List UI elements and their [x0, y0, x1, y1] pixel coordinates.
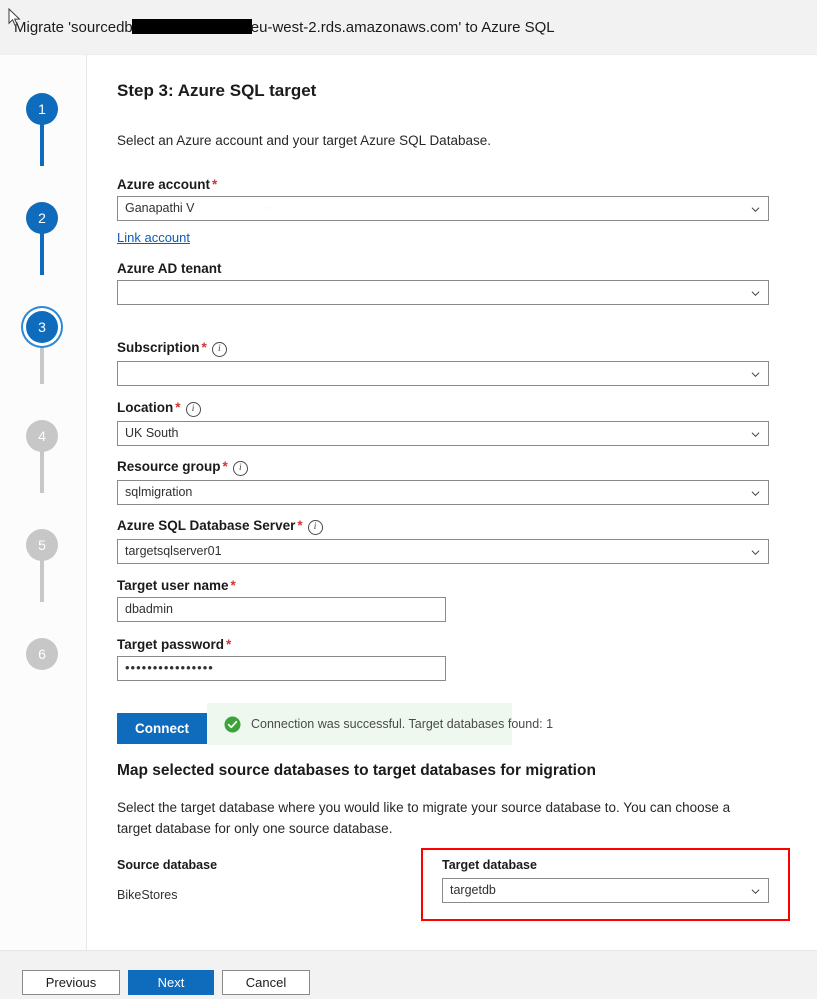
window-title: Migrate 'sourcedb eu-west-2.rds.amazonaws… [14, 19, 555, 36]
field-target-password: Target password * •••••••••••••••• [117, 637, 446, 681]
azure-account-label: Azure account * [117, 177, 769, 192]
chevron-down-icon [751, 291, 760, 297]
required-asterisk: * [212, 177, 218, 192]
wizard-step-2[interactable]: 2 [26, 202, 58, 234]
chevron-down-icon [751, 432, 760, 438]
sql-server-dropdown[interactable]: targetsqlserver01 [117, 539, 769, 564]
page-lead-text: Select an Azure account and your target … [117, 133, 491, 148]
required-asterisk: * [230, 578, 236, 593]
azure-ad-tenant-label: Azure AD tenant [117, 261, 769, 276]
location-value: UK South [125, 426, 179, 440]
connect-button[interactable]: Connect [117, 713, 207, 744]
chevron-down-icon [751, 889, 760, 895]
resource-group-dropdown[interactable]: sqlmigration [117, 480, 769, 505]
info-icon[interactable]: i [232, 461, 248, 476]
target-database-column-header: Target database [442, 858, 537, 872]
wizard-step-1-number: 1 [38, 101, 46, 117]
required-asterisk: * [201, 340, 207, 355]
mapping-description: Select the target database where you wou… [117, 800, 731, 836]
wizard-step-rail: 1 2 3 4 5 6 [0, 55, 87, 950]
sql-server-value: targetsqlserver01 [125, 544, 222, 558]
target-password-value: •••••••••••••••• [125, 660, 214, 675]
resource-group-label: Resource group * i [117, 459, 769, 476]
target-user-name-label-text: Target user name [117, 578, 229, 593]
previous-button[interactable]: Previous [22, 970, 120, 995]
target-password-input[interactable]: •••••••••••••••• [117, 656, 446, 681]
window-title-suffix: eu-west-2.rds.amazonaws.com' to Azure SQ… [250, 19, 555, 36]
wizard-step-3-number: 3 [38, 319, 46, 335]
field-sql-server: Azure SQL Database Server * i targetsqlser… [117, 518, 769, 564]
wizard-step-4-number: 4 [38, 428, 46, 444]
next-button[interactable]: Next [128, 970, 214, 995]
azure-account-value: Ganapathi V [125, 201, 195, 215]
info-icon[interactable]: i [185, 402, 201, 417]
page-title: Step 3: Azure SQL target [117, 81, 317, 100]
chevron-down-icon [751, 550, 760, 556]
info-icon[interactable]: i [211, 342, 227, 357]
location-label: Location * i [117, 400, 769, 417]
wizard-step-5[interactable]: 5 [26, 529, 58, 561]
target-user-name-label: Target user name * [117, 578, 446, 593]
chevron-down-icon [751, 491, 760, 497]
cancel-button[interactable]: Cancel [222, 970, 310, 995]
subscription-dropdown[interactable] [117, 361, 769, 386]
field-azure-ad-tenant: Azure AD tenant [117, 261, 769, 305]
connection-status-text: Connection was successful. Target databa… [251, 717, 554, 731]
location-dropdown[interactable]: UK South [117, 421, 769, 446]
window-title-bar: Migrate 'sourcedb eu-west-2.rds.amazonaws… [0, 0, 817, 55]
azure-account-redacted-text: · ·· · · [248, 202, 331, 214]
chevron-down-icon [751, 207, 760, 213]
azure-account-label-text: Azure account [117, 177, 211, 192]
wizard-step-4[interactable]: 4 [26, 420, 58, 452]
resource-group-value: sqlmigration [125, 485, 193, 499]
source-database-value: BikeStores [117, 888, 178, 902]
sql-server-label: Azure SQL Database Server * i [117, 518, 769, 535]
azure-ad-tenant-label-text: Azure AD tenant [117, 261, 222, 276]
wizard-step-6-number: 6 [38, 646, 46, 662]
field-target-user-name: Target user name * dbadmin [117, 578, 446, 622]
source-database-column-header: Source database [117, 858, 218, 872]
window-title-prefix: Migrate 'sourcedb [14, 19, 133, 36]
azure-ad-tenant-dropdown[interactable] [117, 280, 769, 305]
required-asterisk: * [226, 637, 232, 652]
wizard-step-3[interactable]: 3 [26, 311, 58, 343]
chevron-down-icon [751, 372, 760, 378]
wizard-content-panel: Step 3: Azure SQL target Select an Azure… [88, 55, 817, 950]
target-user-name-value: dbadmin [125, 602, 173, 616]
wizard-step-5-number: 5 [38, 537, 46, 553]
target-password-label: Target password * [117, 637, 446, 652]
connection-status-banner: Connection was successful. Target databa… [207, 703, 553, 745]
required-asterisk: * [297, 518, 303, 533]
target-user-name-input[interactable]: dbadmin [117, 597, 446, 622]
subscription-label: Subscription * i [117, 340, 769, 357]
required-asterisk: * [175, 400, 181, 415]
target-password-label-text: Target password [117, 637, 225, 652]
required-asterisk: * [222, 459, 228, 474]
mapping-heading: Map selected source databases to target … [117, 762, 596, 779]
field-azure-account: Azure account * Ganapathi V · ·· · · [117, 177, 769, 221]
check-icon [224, 716, 241, 733]
location-label-text: Location [117, 400, 174, 415]
wizard-step-2-number: 2 [38, 210, 46, 226]
field-subscription: Subscription * i [117, 340, 769, 386]
subscription-label-text: Subscription [117, 340, 200, 355]
resource-group-label-text: Resource group [117, 459, 221, 474]
wizard-step-6[interactable]: 6 [26, 638, 58, 670]
redaction-block [131, 19, 252, 34]
field-resource-group: Resource group * i sqlmigration [117, 459, 769, 505]
field-location: Location * i UK South [117, 400, 769, 446]
target-database-value: targetdb [450, 883, 496, 897]
info-icon[interactable]: i [307, 520, 323, 535]
target-database-dropdown[interactable]: targetdb [442, 878, 769, 903]
wizard-footer: Previous Next Cancel [0, 950, 817, 999]
wizard-step-1[interactable]: 1 [26, 93, 58, 125]
azure-account-dropdown[interactable]: Ganapathi V · ·· · · [117, 196, 769, 221]
sql-server-label-text: Azure SQL Database Server [117, 518, 296, 533]
link-account-link[interactable]: Link account [117, 230, 190, 245]
